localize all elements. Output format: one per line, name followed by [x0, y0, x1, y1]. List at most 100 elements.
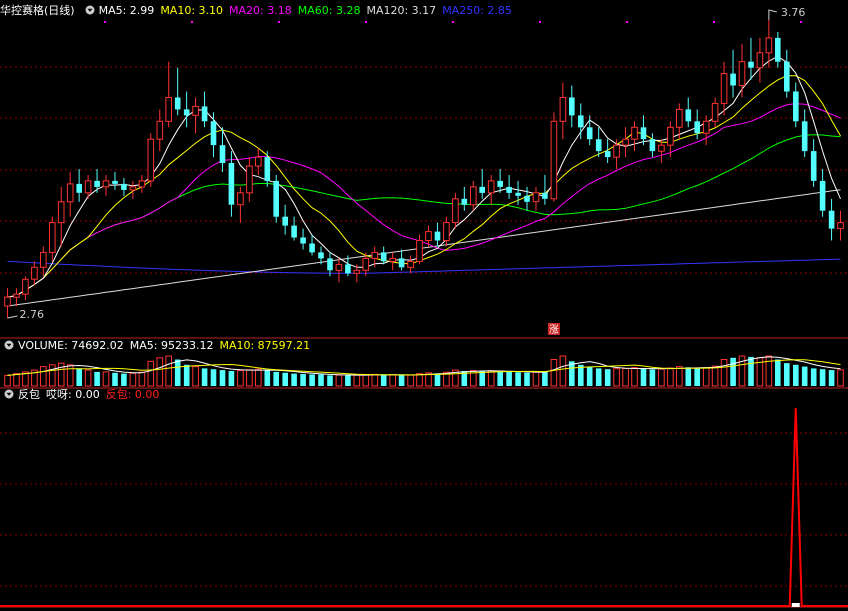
candle-body	[738, 61, 746, 86]
volume-bar	[282, 372, 288, 386]
candle-body	[228, 163, 235, 205]
candle-body	[282, 216, 288, 226]
volume-bar	[300, 374, 306, 386]
volume-bar	[112, 372, 118, 386]
candle-body	[532, 192, 540, 203]
volume-ma5-label: MA5: 95233.12	[129, 339, 214, 352]
candle-body	[631, 126, 638, 140]
candle-body	[22, 278, 29, 295]
candle-body	[667, 126, 674, 146]
candle-body	[559, 97, 567, 122]
volume-bar	[327, 375, 333, 386]
candle-body	[702, 120, 710, 134]
candle-body	[291, 225, 297, 238]
candle-body	[578, 115, 584, 128]
candle-body	[461, 198, 468, 205]
candle-body	[604, 151, 611, 158]
candle-body	[94, 180, 100, 187]
ma-label: MA20: 3.18	[229, 4, 292, 17]
volume-bar	[532, 371, 540, 387]
candle-body	[756, 52, 764, 69]
volume-bar	[192, 366, 199, 387]
volume-bar	[102, 371, 110, 387]
candle-body	[57, 201, 65, 224]
dropdown-icon[interactable]	[85, 5, 95, 15]
candle-body	[371, 251, 379, 259]
top-dot-marker	[539, 21, 541, 23]
volume-bar	[694, 368, 700, 386]
candle-body	[174, 97, 181, 110]
volume-bar	[237, 370, 244, 387]
candle-body	[84, 180, 92, 194]
top-dot-marker	[452, 21, 454, 23]
ma-label: MA250: 2.85	[442, 4, 512, 17]
candle-body	[569, 97, 575, 116]
candle-body	[219, 145, 226, 164]
candle-body	[156, 120, 164, 140]
candle-body	[407, 260, 414, 268]
indicator-name: 反包	[18, 388, 40, 401]
candle-body	[470, 186, 477, 206]
top-dot-marker	[278, 21, 280, 23]
volume-bar	[479, 371, 485, 386]
volume-bar	[345, 375, 351, 386]
volume-bar	[497, 371, 503, 386]
volume-bar	[380, 375, 387, 386]
candle-body	[425, 231, 432, 242]
volume-bar	[506, 371, 512, 386]
top-dot-marker	[191, 21, 193, 23]
volume-bar	[559, 355, 567, 387]
volume-bar	[487, 370, 495, 387]
ma-label: MA5: 2.99	[98, 4, 155, 17]
candle-body	[497, 180, 503, 187]
volume-bar	[622, 367, 629, 387]
volume-bar	[228, 371, 235, 386]
volume-bar	[416, 373, 423, 387]
candle-body	[586, 127, 593, 140]
candle-body	[192, 105, 199, 116]
volume-bar	[76, 368, 82, 386]
candle-body	[398, 258, 405, 268]
volume-bar	[586, 366, 593, 386]
volume-bar	[640, 368, 647, 386]
ma-label: MA120: 3.17	[366, 4, 437, 17]
volume-bar	[94, 371, 100, 386]
candle-body	[730, 73, 736, 86]
volume-bar	[407, 374, 414, 387]
candle-body	[775, 37, 781, 62]
candle-body	[828, 210, 835, 229]
candle-body	[4, 296, 11, 307]
ma-label: MA60: 3.28	[297, 4, 361, 17]
candle-body	[300, 237, 306, 244]
volume-bar	[156, 357, 164, 387]
volume-bar	[138, 371, 146, 387]
candle-body	[246, 165, 253, 194]
candle-body	[40, 251, 47, 268]
candle-body	[443, 222, 450, 242]
volume-bar	[49, 364, 56, 387]
dropdown-icon[interactable]	[4, 389, 14, 399]
candle-body	[389, 257, 396, 262]
ma250-line	[7, 258, 841, 274]
candle-body	[165, 97, 172, 122]
volume-bar	[765, 355, 773, 387]
candle-body	[49, 222, 56, 253]
candle-body	[273, 180, 279, 217]
candle-body	[524, 195, 530, 202]
signal-spike	[0, 407, 848, 607]
candle-body	[515, 192, 521, 196]
candle-body	[452, 198, 459, 224]
volume-bar	[730, 357, 736, 386]
candle-body	[345, 264, 351, 274]
ma-label: MA10: 3.10	[160, 4, 224, 17]
candle-body	[309, 243, 315, 253]
dropdown-icon[interactable]	[4, 340, 14, 350]
top-dot-marker	[365, 21, 367, 23]
indicator-panel-header: 反包 哎呀: 0.00 反包: 0.00	[0, 387, 165, 403]
volume-bar	[273, 371, 279, 386]
candle-body	[676, 108, 683, 128]
stock-chart: 3.76 2.76 涨	[0, 6, 848, 608]
volume-bar	[201, 368, 208, 386]
price-panel-header: 华控赛格(日线) MA5: 2.99 MA10: 3.10 MA20: 3.18 MA6…	[0, 3, 524, 19]
volume-bar	[353, 374, 361, 387]
